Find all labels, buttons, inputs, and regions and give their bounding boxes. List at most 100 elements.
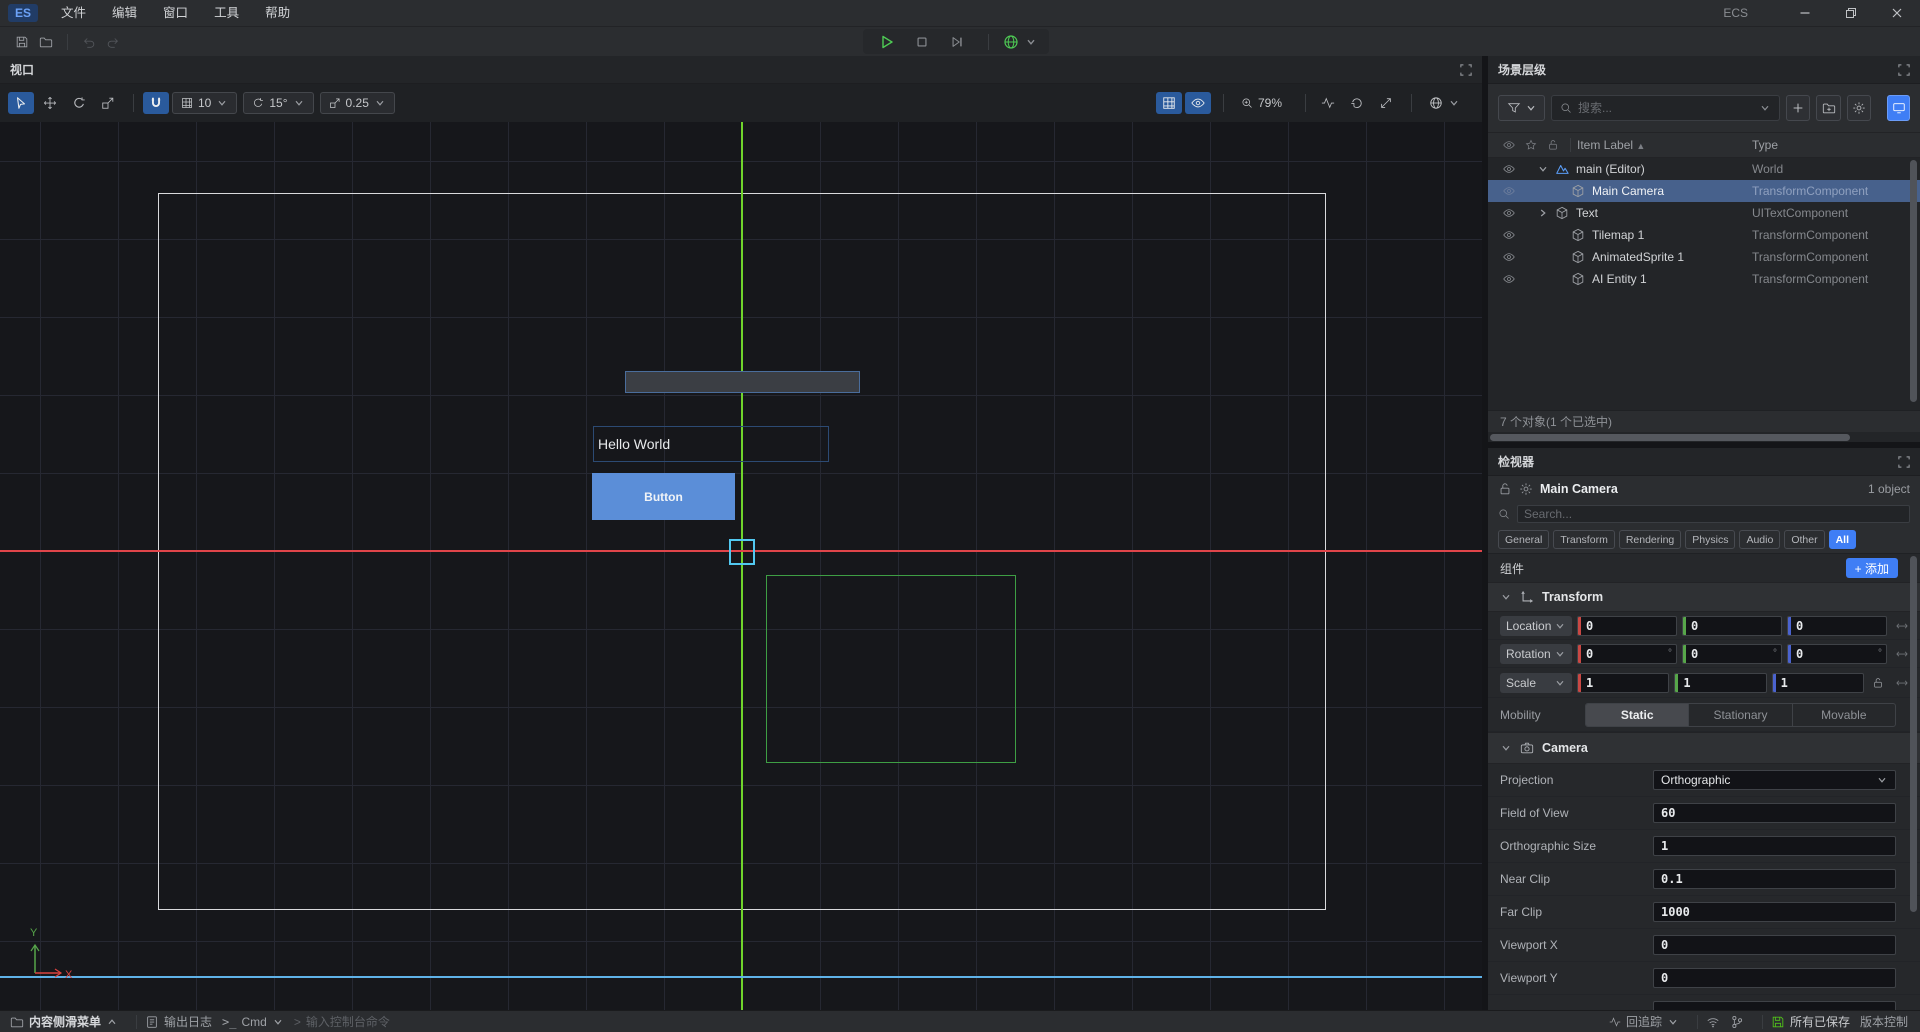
- world-run-button[interactable]: [998, 31, 1023, 53]
- clipped-property-input[interactable]: [1653, 1001, 1896, 1010]
- scale-x-input[interactable]: [1581, 676, 1668, 690]
- move-tool-button[interactable]: [37, 92, 63, 114]
- hierarchy-expand-button[interactable]: [1898, 64, 1910, 76]
- save-button[interactable]: [10, 31, 34, 53]
- undo-button[interactable]: [77, 31, 101, 53]
- menu-help[interactable]: 帮助: [252, 0, 303, 26]
- chevron-right-icon[interactable]: [1534, 207, 1552, 219]
- eye-column-icon[interactable]: [1498, 139, 1520, 151]
- hierarchy-horizontal-scrollbar[interactable]: [1488, 432, 1920, 442]
- hierarchy-settings-button[interactable]: [1847, 95, 1871, 121]
- trace-button[interactable]: 回追踪: [1609, 1013, 1679, 1030]
- tab-all[interactable]: All: [1829, 530, 1856, 549]
- rotation-y-input[interactable]: [1686, 647, 1773, 661]
- eye-icon[interactable]: [1498, 185, 1520, 197]
- hierarchy-row-text[interactable]: Text UITextComponent: [1488, 202, 1920, 224]
- grid-snap-dropdown[interactable]: 10: [172, 92, 237, 114]
- sprite-placeholder[interactable]: [625, 371, 860, 393]
- scale-dropdown[interactable]: Scale: [1500, 673, 1572, 693]
- eye-icon[interactable]: [1498, 229, 1520, 241]
- menu-edit[interactable]: 编辑: [99, 0, 150, 26]
- step-button[interactable]: [945, 31, 970, 53]
- minimize-button[interactable]: [1782, 0, 1828, 26]
- location-z-input[interactable]: [1791, 619, 1886, 633]
- lock-column-icon[interactable]: [1542, 139, 1564, 151]
- show-grid-button[interactable]: [1156, 92, 1182, 114]
- location-z-field[interactable]: [1787, 616, 1887, 636]
- world-run-dropdown[interactable]: [1025, 36, 1037, 48]
- scrollbar-thumb[interactable]: [1490, 434, 1850, 441]
- unlock-icon[interactable]: [1498, 482, 1512, 496]
- scale-snap-dropdown[interactable]: 0.25: [320, 92, 395, 114]
- transform-section-header[interactable]: Transform: [1488, 582, 1920, 612]
- location-y-input[interactable]: [1686, 619, 1781, 633]
- favorite-column-icon[interactable]: [1520, 139, 1542, 151]
- save-status[interactable]: 所有已保存: [1771, 1013, 1850, 1030]
- eye-icon[interactable]: [1498, 251, 1520, 263]
- near-clip-input[interactable]: [1653, 869, 1896, 889]
- link-values-icon[interactable]: [1892, 676, 1912, 690]
- tab-general[interactable]: General: [1498, 530, 1549, 549]
- app-logo[interactable]: ES: [8, 4, 38, 22]
- inspector-search-input[interactable]: [1517, 505, 1910, 523]
- tab-rendering[interactable]: Rendering: [1619, 530, 1681, 549]
- chevron-down-icon[interactable]: [1534, 163, 1552, 175]
- restore-button[interactable]: [1828, 0, 1874, 26]
- source-control-button[interactable]: [1730, 1015, 1744, 1029]
- menu-file[interactable]: 文件: [48, 0, 99, 26]
- location-x-field[interactable]: [1577, 616, 1677, 636]
- hierarchy-row-tilemap[interactable]: Tilemap 1 TransformComponent: [1488, 224, 1920, 246]
- ui-button-element[interactable]: Button: [592, 473, 735, 520]
- rotate-tool-button[interactable]: [66, 92, 92, 114]
- location-y-field[interactable]: [1682, 616, 1782, 636]
- tab-transform[interactable]: Transform: [1553, 530, 1614, 549]
- column-type[interactable]: Type: [1752, 138, 1778, 152]
- tab-physics[interactable]: Physics: [1685, 530, 1735, 549]
- select-tool-button[interactable]: [8, 92, 34, 114]
- mobility-stationary[interactable]: Stationary: [1689, 704, 1792, 726]
- version-control-button[interactable]: 版本控制: [1860, 1013, 1908, 1030]
- console-command-input[interactable]: > 输入控制台命令: [294, 1013, 390, 1030]
- scale-z-input[interactable]: [1776, 676, 1863, 690]
- close-button[interactable]: [1874, 0, 1920, 26]
- inspector-expand-button[interactable]: [1898, 456, 1910, 468]
- mobility-static[interactable]: Static: [1586, 704, 1689, 726]
- network-status-button[interactable]: [1706, 1015, 1720, 1029]
- hierarchy-row-animatedsprite[interactable]: AnimatedSprite 1 TransformComponent: [1488, 246, 1920, 268]
- new-folder-button[interactable]: [1816, 95, 1841, 121]
- menu-window[interactable]: 窗口: [150, 0, 201, 26]
- selected-camera-gizmo[interactable]: [729, 539, 755, 565]
- chevron-down-icon[interactable]: [1500, 591, 1512, 603]
- rotation-snap-dropdown[interactable]: 15°: [243, 92, 313, 114]
- orthographic-size-input[interactable]: [1653, 836, 1896, 856]
- projection-select[interactable]: Orthographic: [1653, 770, 1896, 790]
- tab-other[interactable]: Other: [1784, 530, 1824, 549]
- chevron-down-icon[interactable]: [1500, 742, 1512, 754]
- content-drawer-button[interactable]: 内容侧滑菜单: [10, 1013, 118, 1030]
- rotation-x-field[interactable]: °: [1577, 644, 1677, 664]
- output-log-button[interactable]: 输出日志: [145, 1013, 212, 1030]
- hierarchy-search[interactable]: [1551, 95, 1780, 121]
- menu-tools[interactable]: 工具: [201, 0, 252, 26]
- visibility-button[interactable]: [1185, 92, 1211, 114]
- play-button[interactable]: [875, 31, 900, 53]
- display-mode-button[interactable]: [1887, 95, 1910, 121]
- location-dropdown[interactable]: Location: [1500, 616, 1572, 636]
- redo-button[interactable]: [101, 31, 125, 53]
- far-clip-input[interactable]: [1653, 902, 1896, 922]
- hierarchy-row-ai-entity[interactable]: AI Entity 1 TransformComponent: [1488, 268, 1920, 290]
- tab-audio[interactable]: Audio: [1739, 530, 1780, 549]
- stats-button[interactable]: [1315, 92, 1341, 114]
- open-project-button[interactable]: [34, 31, 58, 53]
- gear-icon[interactable]: [1519, 482, 1533, 496]
- rotation-dropdown[interactable]: Rotation: [1500, 644, 1572, 664]
- eye-icon[interactable]: [1498, 207, 1520, 219]
- scale-z-field[interactable]: [1772, 673, 1864, 693]
- viewport-y-input[interactable]: [1653, 968, 1896, 988]
- eye-icon[interactable]: [1498, 163, 1520, 175]
- reset-view-button[interactable]: [1344, 92, 1370, 114]
- rotation-x-input[interactable]: [1581, 647, 1668, 661]
- rotation-z-field[interactable]: °: [1787, 644, 1887, 664]
- field-of-view-input[interactable]: [1653, 803, 1896, 823]
- add-component-button[interactable]: + 添加: [1846, 558, 1898, 578]
